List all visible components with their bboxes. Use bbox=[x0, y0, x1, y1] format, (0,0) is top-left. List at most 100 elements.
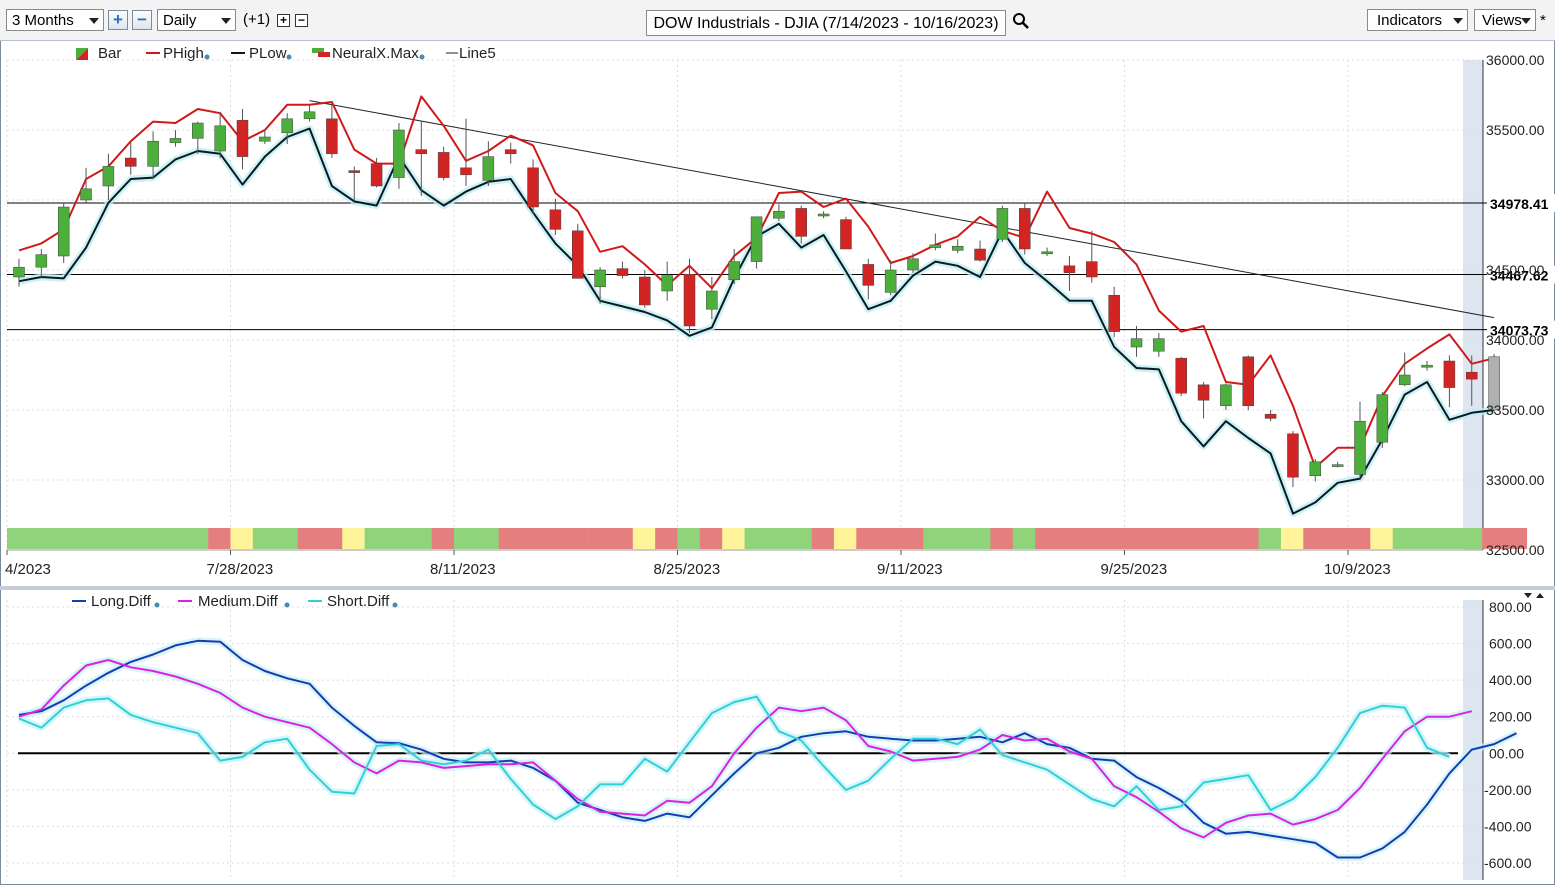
diff-tick-label: -400.00 bbox=[1484, 818, 1532, 834]
candle-body bbox=[281, 118, 293, 134]
signal-band-segment bbox=[252, 528, 276, 549]
signal-band-segment bbox=[208, 528, 231, 549]
signal-band-segment bbox=[1303, 528, 1326, 549]
signal-band-segment bbox=[185, 528, 209, 549]
signal-band-segment bbox=[990, 528, 1013, 549]
signal-band-segment bbox=[454, 528, 477, 549]
candle-body bbox=[415, 149, 428, 155]
indicators-dropdown[interactable]: Indicators bbox=[1367, 9, 1468, 31]
date-tick-label: 8/25/2023 bbox=[654, 561, 721, 578]
signal-band-segment bbox=[655, 528, 678, 549]
candle-body bbox=[437, 152, 450, 178]
signal-band-segment bbox=[677, 528, 701, 549]
candle-body bbox=[1421, 364, 1433, 368]
candle-body bbox=[1376, 394, 1389, 443]
price-tick-label: 34000.00 bbox=[1486, 332, 1545, 348]
diff-tick-label: 400.00 bbox=[1489, 672, 1532, 688]
diff-tick-label: 600.00 bbox=[1489, 636, 1532, 652]
candle-body bbox=[884, 269, 897, 293]
signal-band-segment bbox=[923, 528, 946, 549]
signal-band-segment bbox=[521, 528, 544, 549]
signal-band-segment bbox=[811, 528, 835, 549]
date-tick-label: 8/11/2023 bbox=[430, 561, 496, 578]
chevron-down-icon bbox=[1453, 18, 1463, 24]
chevron-down-icon bbox=[221, 18, 231, 24]
date-tick-label: 4/2023 bbox=[5, 561, 51, 578]
range-dropdown[interactable]: 3 Months bbox=[6, 9, 104, 31]
signal-band-segment bbox=[878, 528, 902, 549]
candle-body bbox=[1354, 420, 1366, 475]
offset-increase-button[interactable]: + bbox=[277, 14, 290, 27]
legend-item: Line5 bbox=[459, 45, 496, 62]
candle-body bbox=[259, 136, 271, 142]
date-tick-label: 9/25/2023 bbox=[1101, 561, 1168, 578]
signal-band-segment bbox=[1124, 528, 1148, 549]
signal-band-segment bbox=[498, 528, 522, 549]
candle-body bbox=[236, 119, 249, 157]
signal-band-segment bbox=[1102, 528, 1125, 549]
candle-body bbox=[192, 122, 204, 139]
signal-band-segment bbox=[1258, 528, 1282, 549]
signal-band-segment bbox=[1415, 528, 1438, 549]
price-tick-label: 33500.00 bbox=[1486, 402, 1545, 418]
legend-item: PLow bbox=[249, 45, 287, 62]
candle-body bbox=[1242, 356, 1254, 407]
candle-body bbox=[1309, 461, 1322, 477]
signal-band-segment bbox=[163, 528, 187, 549]
price-tick-label: 35500.00 bbox=[1486, 122, 1545, 138]
signal-band-segment bbox=[543, 528, 566, 549]
interval-dropdown[interactable]: Daily bbox=[157, 9, 236, 31]
candle-body bbox=[1019, 208, 1031, 250]
signal-band-segment bbox=[1459, 528, 1483, 549]
indicators-label: Indicators bbox=[1377, 12, 1443, 29]
candle-body bbox=[1443, 360, 1456, 388]
price-chart[interactable]: 34978.4134467.6234073.73 36000.0035500.0… bbox=[0, 40, 1555, 586]
legend-dot-icon bbox=[154, 602, 160, 608]
diff-tick-label: 800.00 bbox=[1489, 599, 1532, 615]
signal-band-segment bbox=[409, 528, 432, 549]
medium-diff-line bbox=[18, 659, 1473, 839]
plow-glow bbox=[18, 125, 1495, 518]
favorite-star[interactable]: * bbox=[1540, 12, 1546, 29]
candle-body bbox=[1063, 265, 1076, 274]
search-icon[interactable] bbox=[1012, 12, 1030, 30]
toolbar: 3 Months + − Daily (+1) + − DOW Industri… bbox=[0, 0, 1555, 41]
signal-band-segment bbox=[96, 528, 119, 549]
signal-band-segment bbox=[699, 528, 723, 549]
candle-body bbox=[303, 111, 316, 120]
signal-band-segment bbox=[610, 528, 634, 549]
signal-band-segment bbox=[1213, 528, 1237, 549]
zoom-in-button[interactable]: + bbox=[108, 10, 128, 30]
diff-tick-label: -600.00 bbox=[1484, 855, 1532, 871]
candle-body bbox=[862, 264, 875, 286]
candle-body bbox=[1086, 261, 1098, 278]
diff-tick-label: -200.00 bbox=[1484, 782, 1532, 798]
zoom-out-button[interactable]: − bbox=[132, 10, 152, 30]
chevron-down-icon bbox=[1521, 18, 1531, 24]
candle-body bbox=[639, 276, 651, 306]
signal-band-segment bbox=[431, 528, 455, 549]
signal-band-segment bbox=[364, 528, 388, 549]
candle-body bbox=[1108, 294, 1120, 332]
legend-neuralx-red bbox=[318, 52, 330, 57]
symbol-title-box[interactable]: DOW Industrials - DJIA (7/14/2023 - 10/1… bbox=[646, 10, 1006, 36]
future-zone bbox=[1463, 600, 1483, 880]
candle-body bbox=[817, 213, 830, 217]
interval-value: Daily bbox=[163, 12, 197, 29]
signal-band-segment bbox=[1012, 528, 1036, 549]
candle-body bbox=[1331, 464, 1344, 467]
candle-body bbox=[57, 206, 70, 257]
views-dropdown[interactable]: Views bbox=[1474, 9, 1536, 31]
candle-body bbox=[773, 210, 785, 219]
signal-band-segment bbox=[722, 528, 745, 549]
diff-chart[interactable]: 800.00 600.00 400.00 200.00 00.00 -200.00 -400… bbox=[0, 590, 1555, 884]
candle-body bbox=[1175, 357, 1187, 394]
signal-band-segment bbox=[7, 528, 30, 549]
candle-body bbox=[1153, 338, 1165, 352]
offset-decrease-button[interactable]: − bbox=[295, 14, 308, 27]
price-tick-label: 32500.00 bbox=[1486, 542, 1545, 558]
price-tick-label: 36000.00 bbox=[1486, 52, 1545, 68]
candle-body bbox=[683, 273, 696, 327]
signal-band-segment bbox=[74, 528, 97, 549]
candle-body bbox=[907, 258, 919, 271]
